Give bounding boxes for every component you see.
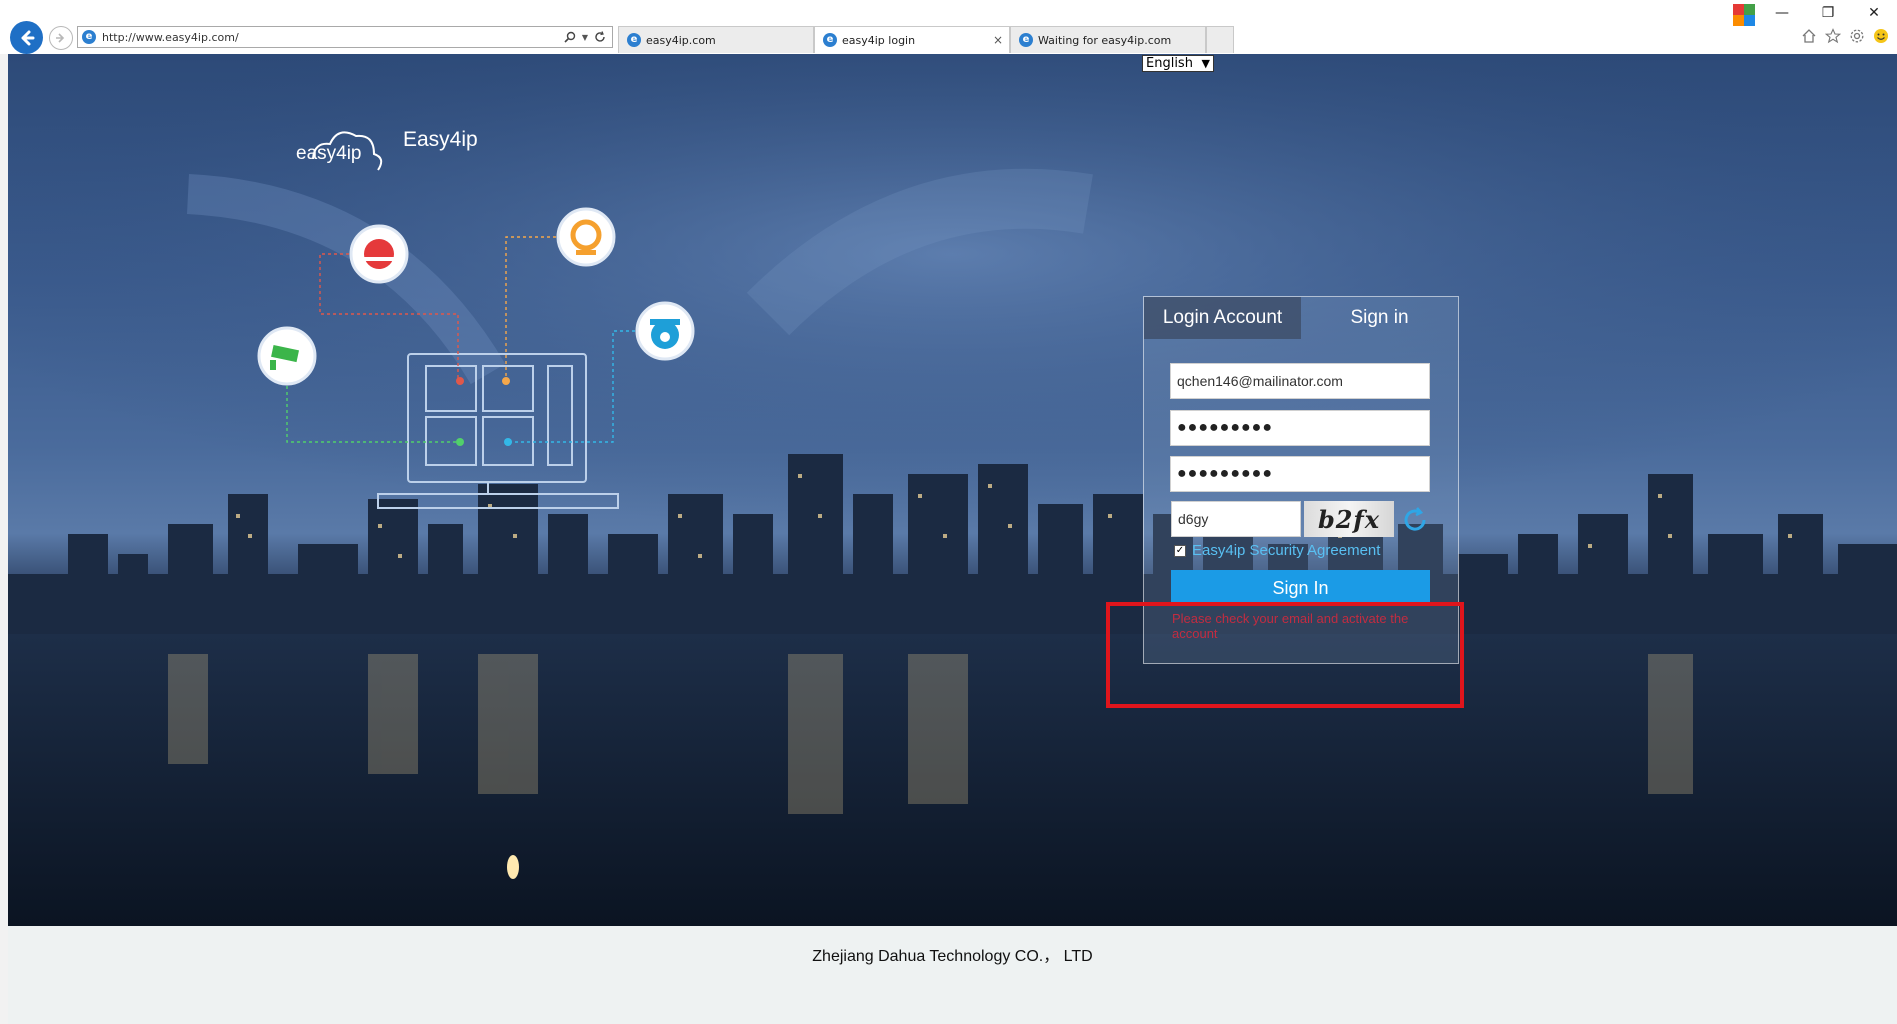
ie-favicon: e (82, 30, 96, 44)
back-button[interactable] (10, 21, 43, 54)
star-icon[interactable] (1825, 28, 1841, 44)
forward-button[interactable] (49, 26, 73, 50)
error-highlight-box (1106, 602, 1464, 708)
brand-logo: easy4ip (296, 143, 362, 164)
footer: Zhejiang Dahua Technology CO.， LTD (8, 926, 1897, 1024)
minimize-button[interactable]: — (1759, 0, 1805, 26)
search-icon[interactable] (564, 31, 576, 43)
confirm-password-field[interactable]: ●●●●●●●●● (1170, 456, 1430, 492)
chevron-down-icon: ▼ (1201, 57, 1210, 70)
tab-sign-in[interactable]: Sign in (1301, 297, 1458, 339)
tab-easy4ip-com[interactable]: e easy4ip.com (618, 26, 814, 53)
restore-button[interactable]: ❐ (1805, 0, 1851, 26)
agreement-row: ✓ Easy4ip Security Agreement (1174, 542, 1380, 559)
language-value: English (1146, 56, 1193, 71)
sign-in-button[interactable]: Sign In (1171, 570, 1430, 606)
ie-favicon: e (823, 33, 837, 47)
captcha-input[interactable]: d6gy (1171, 501, 1301, 537)
tab-waiting[interactable]: e Waiting for easy4ip.com (1010, 26, 1206, 53)
app-logo-icon (1733, 4, 1755, 26)
email-field[interactable]: qchen146@mailinator.com (1170, 363, 1430, 399)
ptz-camera-icon (556, 207, 616, 267)
login-tabs: Login Account Sign in (1144, 297, 1458, 339)
browser-chrome: e http://www.easy4ip.com/ ▼ e easy4ip.co… (0, 0, 1897, 55)
tab-easy4ip-login[interactable]: e easy4ip login × (814, 26, 1010, 53)
agreement-checkbox[interactable]: ✓ (1174, 544, 1186, 557)
company-name: Zhejiang Dahua Technology CO.， LTD (812, 948, 1093, 965)
ie-favicon: e (1019, 33, 1033, 47)
camera-icon (635, 301, 695, 361)
city-skyline-illustration (8, 54, 1897, 926)
language-select[interactable]: English ▼ (1142, 55, 1214, 72)
window-controls: — ❐ ✕ (1759, 0, 1897, 26)
forward-arrow-icon (56, 33, 65, 43)
new-tab-button[interactable] (1206, 26, 1234, 53)
close-button[interactable]: ✕ (1851, 0, 1897, 26)
back-arrow-icon (21, 30, 34, 45)
ie-favicon: e (627, 33, 641, 47)
agreement-link[interactable]: Easy4ip Security Agreement (1192, 542, 1380, 559)
password-field[interactable]: ●●●●●●●●● (1170, 410, 1430, 446)
dropdown-icon[interactable]: ▼ (582, 33, 588, 42)
close-tab-icon[interactable]: × (993, 33, 1003, 47)
tab-login-account[interactable]: Login Account (1144, 297, 1301, 339)
address-url: http://www.easy4ip.com/ (102, 30, 239, 44)
smiley-icon[interactable] (1873, 28, 1889, 44)
hero-background: easy4ip Easy4ip (8, 54, 1897, 926)
address-bar[interactable]: e http://www.easy4ip.com/ ▼ (77, 26, 613, 48)
captcha-image[interactable]: b2fx (1304, 501, 1394, 537)
browser-toolbar (1801, 28, 1889, 44)
tab-title: easy4ip.com (646, 33, 716, 47)
home-icon[interactable] (1801, 28, 1817, 44)
tab-title: easy4ip login (842, 33, 916, 47)
dome-camera-icon (349, 224, 409, 284)
bullet-camera-icon (257, 326, 317, 386)
brand-name: Easy4ip (403, 128, 478, 151)
refresh-icon[interactable] (594, 31, 606, 43)
tab-title: Waiting for easy4ip.com (1038, 33, 1172, 47)
refresh-captcha-icon[interactable] (1400, 505, 1430, 535)
gear-icon[interactable] (1849, 28, 1865, 44)
